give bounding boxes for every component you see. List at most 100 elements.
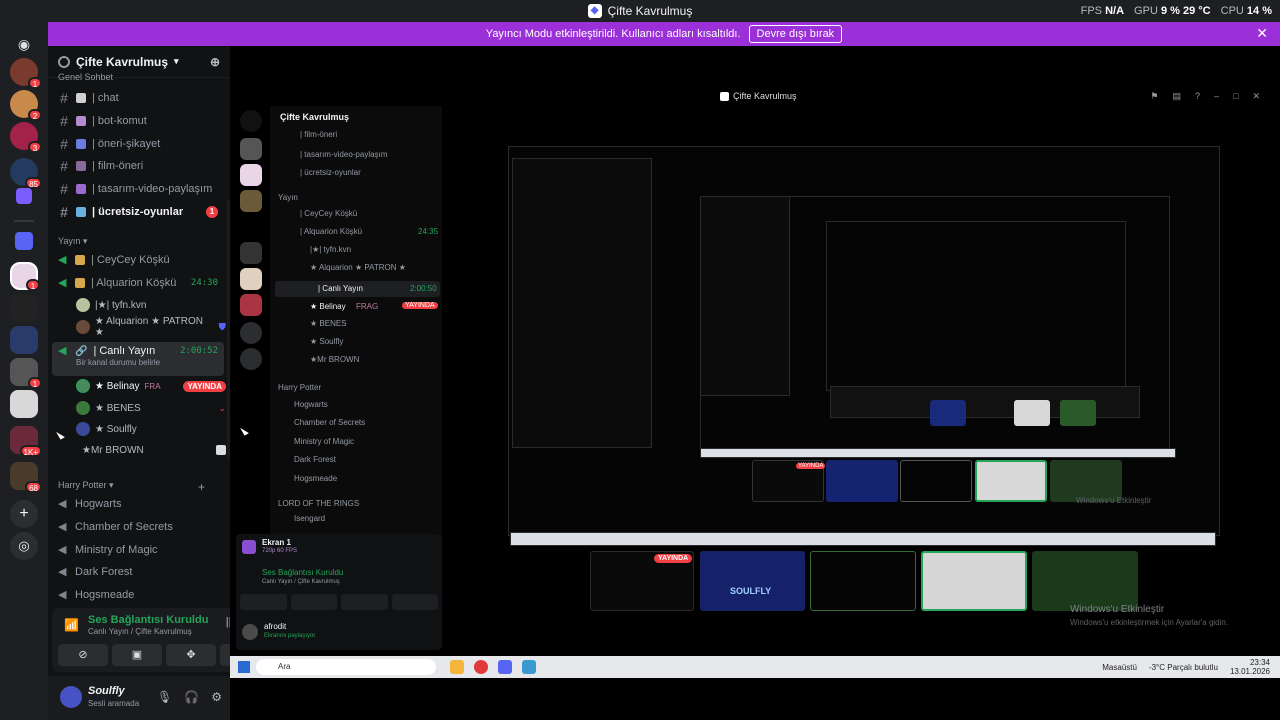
voice-user[interactable]: |★| tyfn.kvn bbox=[76, 296, 226, 314]
weather-label: -3°C Parçalı bulutlu bbox=[1148, 662, 1218, 672]
inbox-icon[interactable]: ▤ bbox=[1172, 91, 1181, 102]
settings-gear-icon[interactable]: ⚙ bbox=[211, 690, 222, 704]
activity-icon bbox=[216, 445, 226, 455]
server-icon[interactable] bbox=[10, 326, 38, 354]
screen-share-button[interactable]: ▣ bbox=[112, 644, 162, 666]
server-icon[interactable] bbox=[10, 294, 38, 322]
discord-home-icon bbox=[240, 110, 262, 132]
close-icon[interactable]: ✕ bbox=[1252, 91, 1260, 102]
server-icon bbox=[240, 190, 262, 212]
channel-tasarim[interactable]: # | tasarım-video-paylaşım bbox=[52, 179, 224, 199]
server-badge: 1 bbox=[28, 77, 42, 89]
category-harry-potter[interactable]: Harry Potter ▾ + bbox=[48, 480, 205, 494]
invite-icon[interactable]: ⊕ bbox=[210, 55, 220, 69]
channel-label: | Alquarion Köşkü bbox=[91, 277, 177, 289]
stream-tile[interactable] bbox=[1032, 551, 1138, 611]
speaker-icon: ◀ bbox=[58, 589, 67, 601]
voice-channel-ceycey[interactable]: ◀ | CeyCey Köşkü bbox=[52, 250, 224, 270]
avatar[interactable] bbox=[60, 686, 82, 708]
user-status: Sesli aramada bbox=[88, 699, 140, 708]
speech-bubble-icon bbox=[76, 93, 86, 103]
voice-user[interactable]: ★ Alquarion ★ PATRON ★ ⛊ bbox=[76, 316, 226, 338]
palette-icon bbox=[76, 184, 86, 194]
voice-user[interactable]: ★ Soulfly bbox=[76, 420, 226, 438]
inner-voice-channel: Dark Forest bbox=[294, 455, 336, 464]
add-server-icon bbox=[240, 322, 262, 344]
voice-channel-canli-yayin[interactable]: ◀ 🔗 | Canlı Yayın 2:00:52 Bir kanal duru… bbox=[52, 342, 224, 376]
voice-status-title[interactable]: Ses Bağlantısı Kuruldu bbox=[88, 614, 208, 626]
channel-oneri-sikayet[interactable]: # | öneri-şikayet bbox=[52, 134, 224, 154]
server-icon[interactable]: 1 bbox=[10, 358, 42, 389]
add-channel-icon[interactable]: + bbox=[198, 480, 205, 494]
maximize-icon[interactable]: □ bbox=[1233, 91, 1238, 102]
inner-screen-title: Ekran 1 bbox=[262, 538, 291, 547]
inner-channel: | film-öneri bbox=[300, 130, 338, 139]
voice-user[interactable]: ★ BENES ⌄ bbox=[76, 399, 226, 417]
voice-channel-hogsmeade[interactable]: ◀ Hogsmeade bbox=[52, 585, 224, 605]
server-icon bbox=[240, 242, 262, 264]
headphones-icon[interactable]: 🎧 bbox=[184, 690, 199, 704]
inner-server-name: Çifte Kavrulmuş bbox=[280, 112, 350, 122]
voice-user-live[interactable]: ★ Belinay FRA YAYINDA bbox=[76, 377, 226, 395]
stream-tile[interactable] bbox=[810, 551, 916, 611]
server-icon bbox=[240, 268, 262, 290]
voice-channel-ministry[interactable]: ◀ Ministry of Magic bbox=[52, 540, 224, 560]
avatar bbox=[242, 624, 258, 640]
disable-streamer-mode-button[interactable]: Devre dışı bırak bbox=[748, 25, 843, 43]
banner-close-icon[interactable]: ✕ bbox=[1256, 25, 1268, 42]
channel-chat[interactable]: # | chat bbox=[52, 88, 224, 108]
minimize-icon[interactable]: – bbox=[1214, 91, 1219, 102]
server-group-icon[interactable]: 1K+ bbox=[10, 426, 42, 457]
hash-icon: # bbox=[60, 204, 68, 220]
stream-view[interactable]: Çifte Kavrulmuş ⚑ ▤? – □ ✕ Çifte Kavrulmuş |… bbox=[230, 46, 1280, 720]
server-icon[interactable]: 3 bbox=[10, 122, 42, 153]
channel-film-oneri[interactable]: # | film-öneri bbox=[52, 156, 224, 176]
screen-share-icon bbox=[242, 540, 256, 554]
active-server-icon[interactable]: 1 bbox=[10, 262, 40, 291]
stream-tile-soulfly[interactable] bbox=[700, 551, 805, 611]
server-icon[interactable]: 2 bbox=[10, 90, 42, 121]
app-logo-icon bbox=[720, 91, 729, 101]
server-icon[interactable]: 85 bbox=[10, 158, 42, 189]
stream-tile-avatar[interactable] bbox=[921, 551, 1027, 611]
discord-home-icon[interactable]: ◉ bbox=[10, 30, 38, 58]
server-folder-icon[interactable] bbox=[16, 188, 32, 204]
server-rail: ◉ 1 2 3 85 1 1 1K+ 68 + ◎ bbox=[0, 22, 48, 720]
inner-voice-channel: | CeyCey Köşkü bbox=[300, 209, 358, 218]
channel-label: Hogsmeade bbox=[75, 589, 135, 601]
category-general[interactable]: Genel Sohbet bbox=[48, 72, 123, 82]
channel-label: Ministry of Magic bbox=[75, 544, 158, 556]
voice-user[interactable]: ★Mr BROWN bbox=[76, 441, 226, 459]
voice-channel-hogwarts[interactable]: ◀ Hogwarts bbox=[52, 494, 224, 514]
speaker-icon: ◀ bbox=[58, 277, 67, 289]
channel-status[interactable]: Bir kanal durumu belirle bbox=[58, 358, 224, 367]
user-name[interactable]: Soulfly bbox=[88, 685, 125, 697]
server-group-icon[interactable]: 68 bbox=[10, 462, 42, 493]
channel-ucretsiz-oyunlar[interactable]: # | ücretsiz-oyunlar 1 bbox=[52, 202, 224, 222]
flag-icon[interactable]: ⚑ bbox=[1150, 91, 1158, 102]
server-icon[interactable]: 1 bbox=[10, 58, 42, 89]
add-server-icon[interactable]: + bbox=[10, 500, 38, 528]
server-icon[interactable] bbox=[10, 390, 38, 418]
camera-off-button[interactable]: ⊘ bbox=[58, 644, 108, 666]
voice-channel-dark-forest[interactable]: ◀ Dark Forest bbox=[52, 562, 224, 582]
microphone-icon[interactable]: 🎙 bbox=[157, 690, 172, 704]
server-badge: 1K+ bbox=[19, 445, 42, 457]
user-name: ★Mr BROWN bbox=[82, 444, 144, 456]
voice-channel-alquarion[interactable]: ◀ | Alquarion Köşkü 24:30 bbox=[52, 273, 224, 293]
inner-voice-title: Ses Bağlantısı Kuruldu bbox=[262, 568, 344, 577]
inner-screen-sub: 720p 60 FPS bbox=[262, 548, 298, 554]
avatar bbox=[76, 422, 90, 436]
inner-voice-channel: | Alquarion Köşkü bbox=[300, 227, 363, 236]
category-yayin[interactable]: Yayın ▾ bbox=[48, 236, 97, 247]
nested-watermark: Windows'u Etkinleştir bbox=[1076, 496, 1152, 505]
discover-icon bbox=[240, 348, 262, 370]
discover-icon[interactable]: ◎ bbox=[10, 532, 38, 560]
channel-bot-komut[interactable]: # | bot-komut bbox=[52, 111, 224, 131]
activities-button[interactable]: ✥ bbox=[166, 644, 216, 666]
help-icon[interactable]: ? bbox=[1195, 91, 1200, 102]
taskbar-tray: Masaüstü -3°C Parçalı bulutlu 23:34 13.01… bbox=[1102, 658, 1270, 676]
folder-icon[interactable] bbox=[15, 232, 33, 250]
channel-label: | ücretsiz-oyunlar bbox=[92, 206, 184, 218]
voice-channel-chamber[interactable]: ◀ Chamber of Secrets bbox=[52, 517, 224, 537]
